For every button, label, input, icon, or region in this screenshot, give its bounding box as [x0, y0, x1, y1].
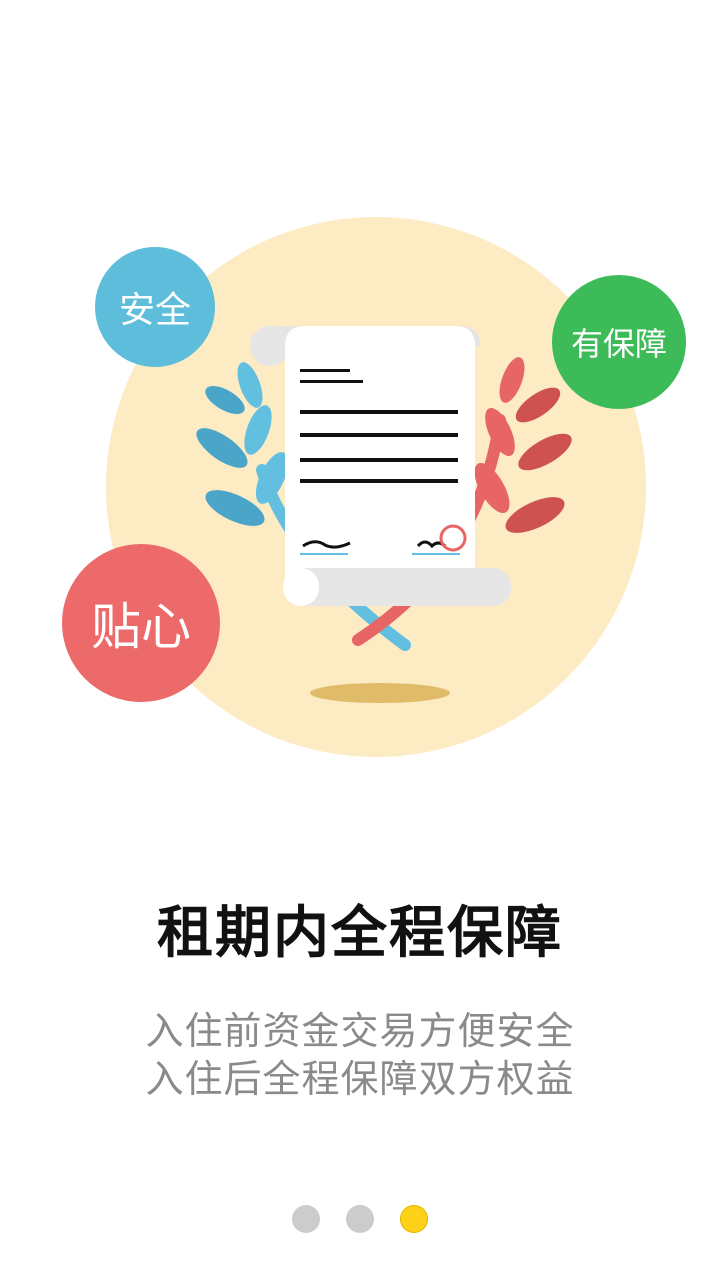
page-dot-3[interactable]: [400, 1205, 428, 1233]
badge-caring: 贴心: [62, 544, 220, 702]
scroll-shadow: [310, 683, 450, 703]
badge-safe: 安全: [95, 247, 215, 367]
guide-illustration: 安全 有保障 贴心: [0, 0, 720, 800]
badge-guarantee: 有保障: [552, 275, 686, 409]
badge-safe-label: 安全: [118, 290, 191, 331]
badge-caring-label: 贴心: [91, 598, 191, 656]
page-dot-1[interactable]: [292, 1205, 320, 1233]
badge-guarantee-label: 有保障: [570, 325, 667, 363]
page-indicator: [0, 1205, 720, 1233]
description-line-2: 入住后全程保障双方权益: [145, 1057, 575, 1101]
description-line-1: 入住前资金交易方便安全: [145, 1009, 575, 1053]
page-dot-2[interactable]: [346, 1205, 374, 1233]
page-title: 租期内全程保障: [157, 901, 563, 966]
contract-scroll-icon: [250, 326, 511, 606]
